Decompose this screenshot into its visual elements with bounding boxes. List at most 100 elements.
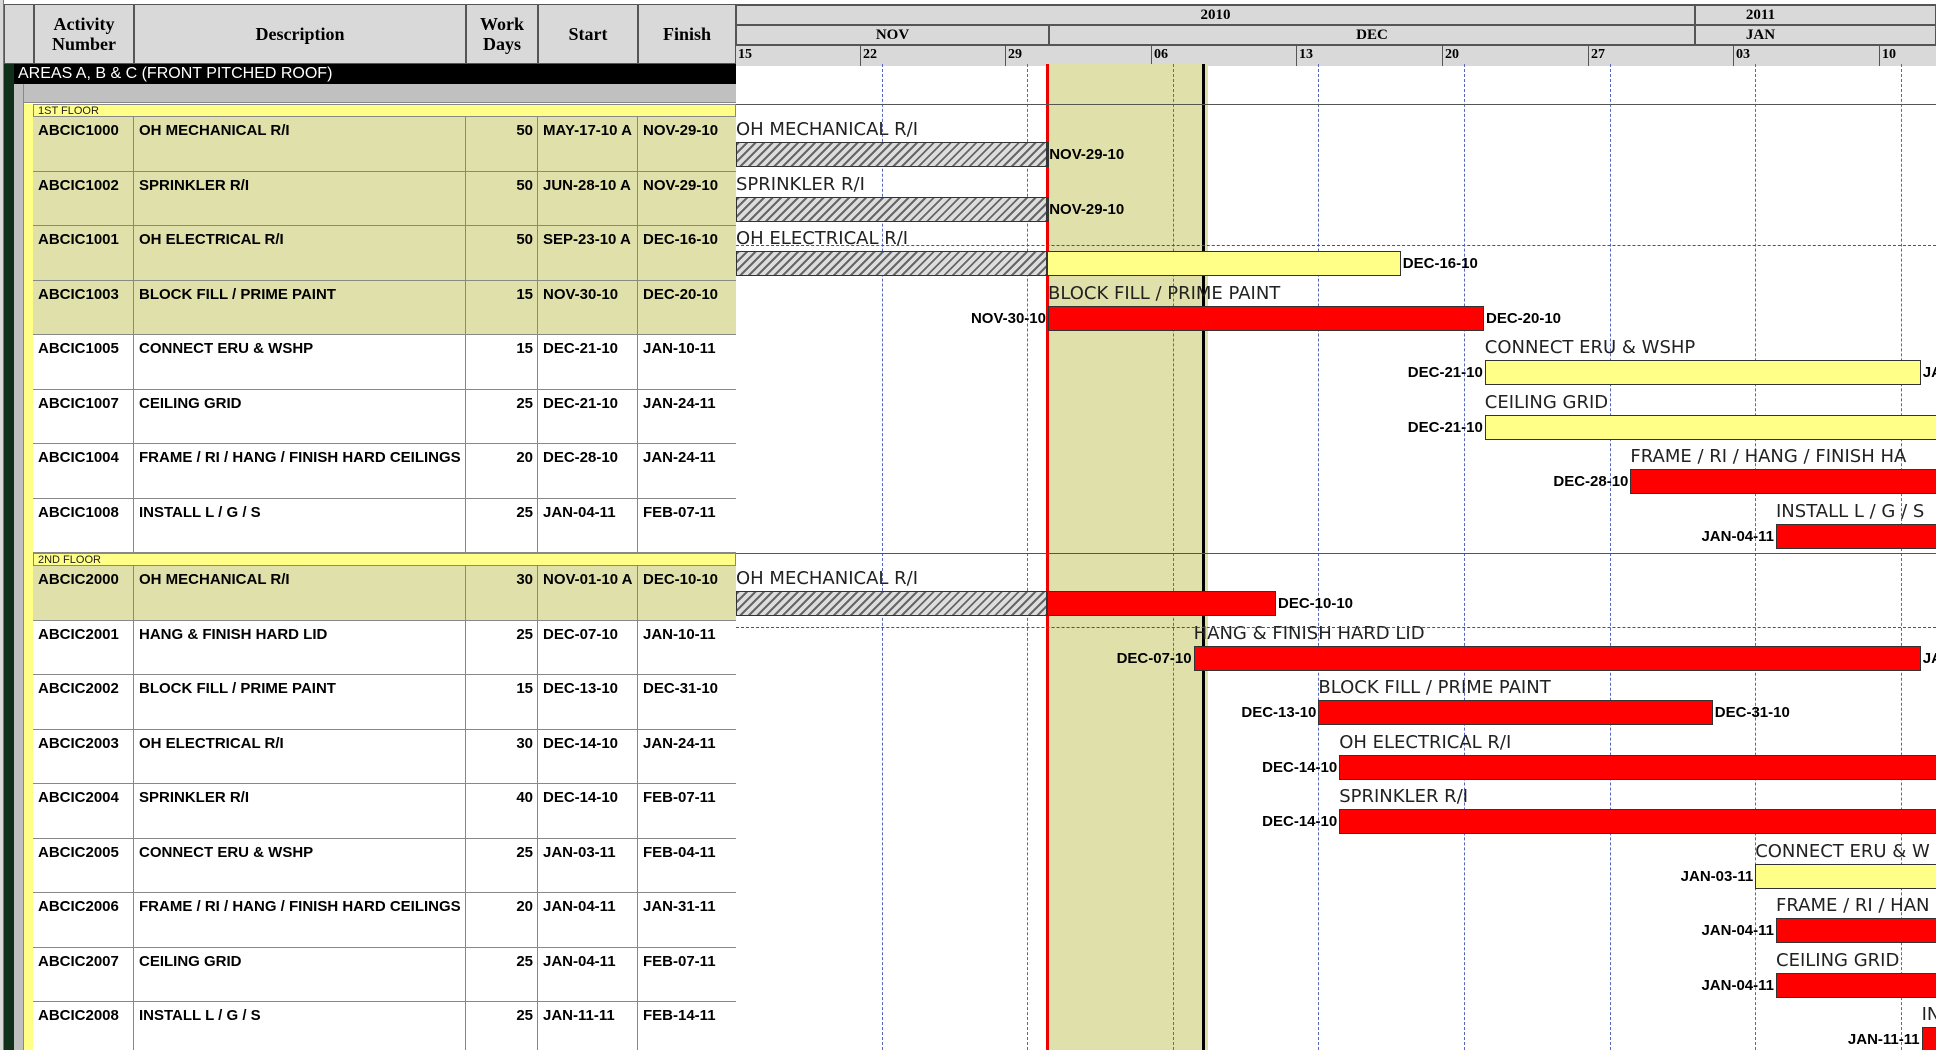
- table-row[interactable]: ABCIC1004 FRAME / RI / HANG / FINISH HARD…: [33, 444, 736, 499]
- gantt-window: Activity Number Description Work Days St…: [0, 0, 1936, 1050]
- start-label: JAN-03-11: [1680, 867, 1754, 885]
- table-row[interactable]: ABCIC2001 HANG & FINISH HARD LID 25 DEC-07-…: [33, 620, 736, 675]
- col-header-start[interactable]: Start: [538, 4, 638, 64]
- wbs-band-subrow: [24, 84, 736, 103]
- bar-label: BLOCK FILL / PRIME PAINT: [1318, 677, 1551, 698]
- activity-bar[interactable]: [1339, 809, 1936, 834]
- outline-rail-inner: [24, 104, 33, 1050]
- table-row[interactable]: ABCIC2008 INSTALL L / G / S 25 JAN-11-11 FEB…: [33, 1002, 736, 1050]
- activity-bar[interactable]: [1776, 523, 1936, 549]
- cell-description: FRAME / RI / HANG / FINISH HARD CEILINGS: [134, 444, 466, 498]
- week-27: 27: [1589, 46, 1734, 66]
- actual-progress-bar[interactable]: [736, 591, 1047, 616]
- cell-activity-id: ABCIC2003: [33, 729, 134, 783]
- table-row[interactable]: ABCIC2007 CEILING GRID 25 JAN-04-11 FEB-07-1…: [33, 947, 736, 1002]
- table-row[interactable]: ABCIC1005 CONNECT ERU & WSHP 15 DEC-21-10 JA…: [33, 335, 736, 390]
- cell-description: CONNECT ERU & WSHP: [134, 335, 466, 389]
- col-header-finish[interactable]: Finish: [638, 4, 736, 64]
- table-row[interactable]: ABCIC2004 SPRINKLER R/I 40 DEC-14-10 FEB-07-…: [33, 784, 736, 839]
- month-jan: JAN: [1695, 25, 1936, 45]
- cell-description: CONNECT ERU & WSHP: [134, 838, 466, 892]
- cell-description: BLOCK FILL / PRIME PAINT: [134, 675, 466, 729]
- remaining-bar[interactable]: [1047, 251, 1401, 276]
- table-row[interactable]: ABCIC2005 CONNECT ERU & WSHP 25 JAN-03-11 FE…: [33, 838, 736, 893]
- cell-start: MAY-17-10 A: [538, 117, 638, 171]
- table-row[interactable]: ABCIC2003 OH ELECTRICAL R/I 30 DEC-14-10 JAN…: [33, 729, 736, 784]
- activity-bar[interactable]: [1776, 972, 1936, 998]
- cell-finish: JAN-31-11: [643, 898, 716, 915]
- bar-label: FRAME / RI / HANG / FINISH HA: [1630, 446, 1907, 467]
- cell-finish: JAN-24-11: [643, 394, 716, 412]
- activity-bar[interactable]: [1339, 754, 1936, 780]
- activity-bar[interactable]: [1193, 645, 1921, 671]
- table-row[interactable]: ABCIC1007 CEILING GRID 25 DEC-21-10 JAN-24-1…: [33, 389, 736, 444]
- week-gridline: [1755, 64, 1757, 1050]
- actual-progress-bar[interactable]: [736, 196, 1047, 222]
- cell-description: BLOCK FILL / PRIME PAINT: [134, 280, 466, 334]
- cell-description: HANG & FINISH HARD LID: [134, 620, 466, 674]
- year-2011: 2011: [1695, 5, 1936, 25]
- start-label: DEC-14-10: [1262, 758, 1338, 776]
- week-gridline: [1609, 64, 1611, 1050]
- actual-progress-bar[interactable]: [736, 251, 1047, 276]
- cell-work-days: 20: [466, 444, 538, 498]
- remaining-bar[interactable]: [1047, 591, 1276, 616]
- activity-bar[interactable]: [1048, 305, 1484, 331]
- week-06: 06: [1152, 46, 1297, 66]
- week-29: 29: [1006, 46, 1152, 66]
- cell-finish: DEC-20-10: [643, 285, 719, 303]
- activity-bar[interactable]: [1484, 360, 1921, 385]
- table-row[interactable]: ABCIC2002 BLOCK FILL / PRIME PAINT 15 DEC-1…: [33, 675, 736, 730]
- table-row[interactable]: ABCIC1003 BLOCK FILL / PRIME PAINT 15 NOV-3…: [33, 280, 736, 335]
- cell-start: DEC-21-10: [538, 389, 638, 443]
- activity-bar[interactable]: [1484, 414, 1936, 440]
- week-gridline: [1172, 64, 1174, 1050]
- cell-activity-id: ABCIC1008: [33, 498, 134, 552]
- activity-bar[interactable]: [1755, 863, 1936, 889]
- timescale-header: 2010 2011 NOV DEC JAN 15 22 29 06 13 20 …: [736, 4, 1936, 66]
- wbs-band-title[interactable]: AREAS A, B & C (FRONT PITCHED ROOF): [14, 64, 736, 84]
- cell-activity-id: ABCIC1004: [33, 444, 134, 498]
- group-header[interactable]: 2ND FLOOR: [33, 553, 736, 566]
- table-row[interactable]: ABCIC2000 OH MECHANICAL R/I 30 NOV-01-10 A D…: [33, 566, 736, 621]
- bar-label: CONNECT ERU & WSHP: [1484, 337, 1696, 358]
- start-label: NOV-30-10: [970, 309, 1046, 327]
- week-row: 15 22 29 06 13 20 27 03 10: [736, 45, 1936, 66]
- finish-label: DEC-10-10: [1278, 595, 1354, 612]
- cell-start: SEP-23-10 A: [538, 226, 638, 280]
- cell-activity-id: ABCIC1007: [33, 389, 134, 443]
- table-row[interactable]: ABCIC2006 FRAME / RI / HANG / FINISH HARD…: [33, 893, 736, 948]
- cell-description: INSTALL L / G / S: [134, 1002, 466, 1050]
- finish-label: NOV-29-10: [1049, 146, 1125, 163]
- table-row[interactable]: ABCIC1001 OH ELECTRICAL R/I 50 SEP-23-10 A D…: [33, 226, 736, 281]
- activity-bar[interactable]: [1776, 918, 1936, 943]
- activity-bar[interactable]: [1318, 700, 1713, 725]
- cell-work-days: 20: [466, 893, 538, 947]
- actual-progress-bar[interactable]: [736, 142, 1047, 167]
- col-header-activity-number-label[interactable]: Activity Number: [34, 4, 134, 64]
- bar-label: OH ELECTRICAL R/I: [1339, 731, 1512, 753]
- col-header-description[interactable]: Description: [134, 4, 466, 64]
- group-header[interactable]: 1ST FLOOR: [33, 104, 736, 117]
- cell-work-days: 15: [466, 335, 538, 389]
- bar-label: OH ELECTRICAL R/I: [736, 228, 909, 249]
- bar-label: SPRINKLER R/I: [1339, 786, 1469, 807]
- col-header-activity-number[interactable]: [4, 4, 34, 64]
- finish-label: DEC-20-10: [1486, 309, 1562, 327]
- outline-rail-outer: [4, 64, 14, 1050]
- table-row[interactable]: ABCIC1008 INSTALL L / G / S 25 JAN-04-11 FEB…: [33, 498, 736, 553]
- activity-bar[interactable]: [1630, 469, 1936, 494]
- col-header-work-days[interactable]: Work Days: [466, 4, 538, 64]
- cell-activity-id: ABCIC2008: [33, 1002, 134, 1050]
- cell-finish: FEB-14-11: [643, 1007, 716, 1024]
- month-dec: DEC: [1049, 25, 1695, 45]
- cell-finish: NOV-29-10: [643, 176, 719, 194]
- cell-activity-id: ABCIC2005: [33, 838, 134, 892]
- activity-bar[interactable]: [1921, 1027, 1936, 1050]
- table-row[interactable]: ABCIC1000 OH MECHANICAL R/I 50 MAY-17-10 A N…: [33, 117, 736, 172]
- finish-label: DEC-16-10: [1402, 255, 1478, 272]
- cell-finish: FEB-07-11: [643, 503, 716, 521]
- cell-activity-id: ABCIC2001: [33, 620, 134, 674]
- table-row[interactable]: ABCIC1002 SPRINKLER R/I 50 JUN-28-10 A NOV-2…: [33, 171, 736, 226]
- relationship-line: [736, 245, 1936, 246]
